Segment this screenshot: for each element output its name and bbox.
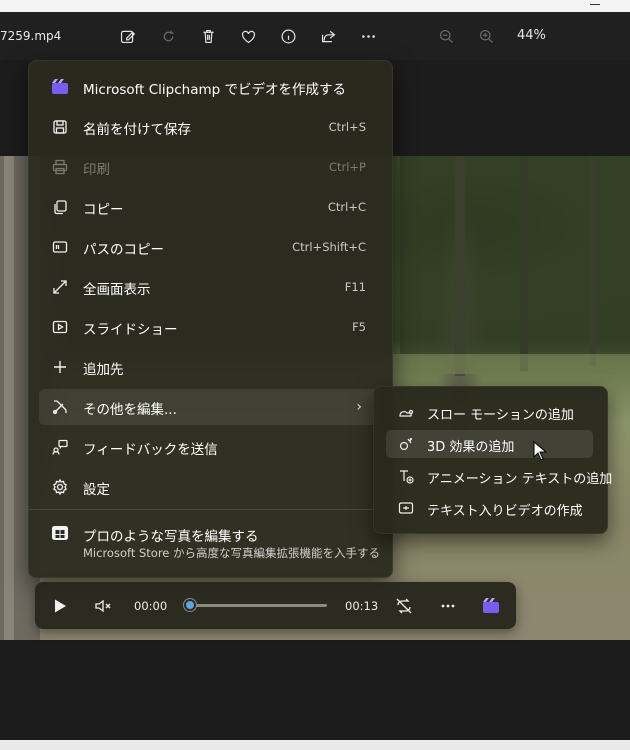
edit-icon[interactable] xyxy=(115,24,139,48)
menu-item-slideshow[interactable]: スライドショー F5 xyxy=(39,309,382,345)
window-top-strip xyxy=(0,0,630,12)
clipchamp-icon xyxy=(51,78,69,96)
window-bottom-border xyxy=(0,740,630,750)
edit-more-icon xyxy=(51,398,69,416)
print-icon xyxy=(51,158,69,176)
play-button[interactable] xyxy=(49,595,71,617)
menu-item-clipchamp[interactable]: Microsoft Clipchamp でビデオを作成する xyxy=(39,69,382,105)
title-bar: 7259.mp4 44% xyxy=(0,12,630,60)
seek-bar[interactable] xyxy=(190,604,327,607)
current-time: 00:00 xyxy=(134,599,168,613)
minimize-button[interactable] xyxy=(590,4,600,5)
zoom-level[interactable]: 44% xyxy=(517,28,546,43)
menu-item-settings[interactable]: 設定 xyxy=(39,469,382,505)
save-icon xyxy=(51,118,69,136)
submenu-item-animated-text[interactable]: アニメーション テキストの追加 xyxy=(386,462,612,490)
more-icon xyxy=(441,604,455,608)
settings-icon xyxy=(51,478,69,496)
fullscreen-icon xyxy=(51,278,69,296)
add-icon xyxy=(51,358,69,376)
mute-icon xyxy=(95,599,111,613)
context-menu: Microsoft Clipchamp でビデオを作成する 名前を付けて保存 C… xyxy=(28,60,393,578)
submenu-item-slow-motion[interactable]: スロー モーションの追加 xyxy=(386,398,593,426)
media-player-controls: 00:00 00:13 xyxy=(35,582,516,629)
loop-off-button[interactable] xyxy=(393,595,415,617)
store-icon xyxy=(51,523,69,541)
player-more-button[interactable] xyxy=(437,595,459,617)
video-text-icon xyxy=(398,500,414,516)
slow-motion-icon xyxy=(398,404,414,420)
copy-path-icon xyxy=(51,238,69,256)
zoom-in-icon[interactable] xyxy=(474,24,498,48)
chevron-right-icon: › xyxy=(356,399,362,415)
submenu-item-3d-effects[interactable]: 3D 効果の追加 xyxy=(386,430,593,458)
mouse-pointer-icon xyxy=(533,441,547,461)
menu-item-copy[interactable]: コピー Ctrl+C xyxy=(39,189,382,225)
menu-item-print[interactable]: 印刷 Ctrl+P xyxy=(39,149,382,185)
menu-item-feedback[interactable]: フィードバックを送信 xyxy=(39,429,382,465)
clipchamp-button[interactable] xyxy=(480,595,502,617)
menu-item-edit-more[interactable]: その他を編集... › xyxy=(39,389,382,425)
delete-icon[interactable] xyxy=(196,24,220,48)
menu-item-add-to[interactable]: 追加先 xyxy=(39,349,382,385)
clipchamp-icon xyxy=(483,598,499,613)
zoom-out-icon[interactable] xyxy=(434,24,458,48)
edit-more-submenu: スロー モーションの追加 3D 効果の追加 アニメーション テキストの追加 テキ… xyxy=(373,386,612,534)
total-time: 00:13 xyxy=(345,599,379,613)
repeat-off-icon xyxy=(396,598,412,614)
menu-item-copy-path[interactable]: パスのコピー Ctrl+Shift+C xyxy=(39,229,382,265)
submenu-item-video-with-text[interactable]: テキスト入りビデオの作成 xyxy=(386,494,593,522)
seek-thumb[interactable] xyxy=(183,598,197,612)
share-icon[interactable] xyxy=(316,24,340,48)
menu-item-fullscreen[interactable]: 全画面表示 F11 xyxy=(39,269,382,305)
info-icon[interactable] xyxy=(276,24,300,48)
menu-item-promo[interactable]: プロのような写真を編集する Microsoft Store から高度な写真編集拡… xyxy=(39,517,382,569)
mute-button[interactable] xyxy=(92,595,114,617)
copy-icon xyxy=(51,198,69,216)
menu-separator xyxy=(29,509,392,510)
animated-text-icon xyxy=(398,468,414,484)
more-icon[interactable] xyxy=(356,24,380,48)
rotate-icon[interactable] xyxy=(156,24,180,48)
slideshow-icon xyxy=(51,318,69,336)
3d-effects-icon xyxy=(398,436,414,452)
favorite-icon[interactable] xyxy=(236,24,260,48)
play-icon xyxy=(55,599,66,613)
menu-item-save-as[interactable]: 名前を付けて保存 Ctrl+S xyxy=(39,109,382,145)
file-name: 7259.mp4 xyxy=(0,29,62,43)
feedback-icon xyxy=(51,438,69,456)
